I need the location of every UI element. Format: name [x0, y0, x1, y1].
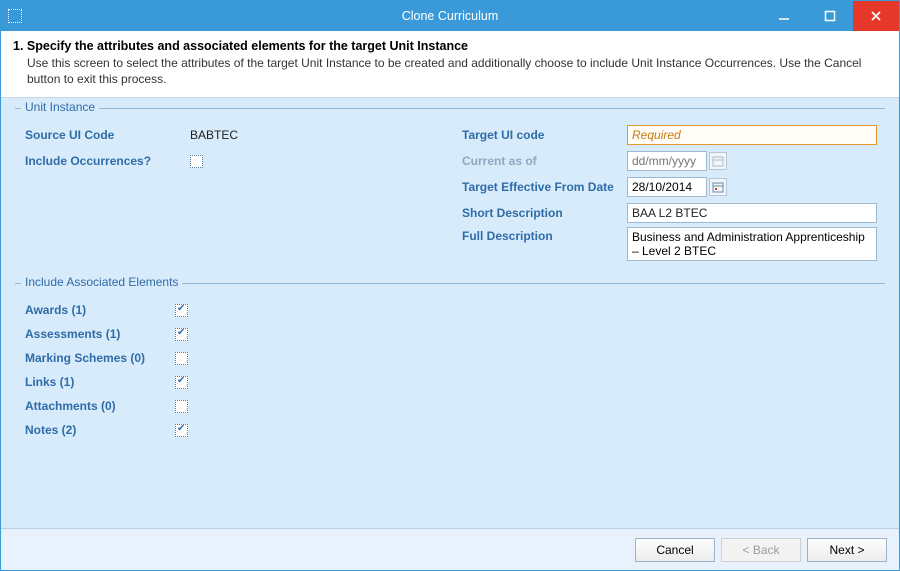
- element-checkbox[interactable]: [175, 304, 188, 317]
- element-checkbox[interactable]: [175, 352, 188, 365]
- element-label: Assessments (1): [25, 327, 175, 341]
- titlebar: Clone Curriculum: [1, 1, 899, 31]
- group-unit-instance: Unit Instance Source UI Code BABTEC Incl…: [15, 108, 885, 269]
- content-area: Unit Instance Source UI Code BABTEC Incl…: [1, 98, 899, 528]
- back-button: < Back: [721, 538, 801, 562]
- element-row-notes: Notes (2): [25, 418, 879, 442]
- current-as-of-label: Current as of: [462, 154, 627, 168]
- window-title: Clone Curriculum: [402, 9, 499, 23]
- full-desc-label: Full Description: [462, 227, 627, 243]
- wizard-footer: Cancel < Back Next >: [1, 528, 899, 570]
- source-ui-code-value: BABTEC: [190, 128, 238, 142]
- next-button[interactable]: Next >: [807, 538, 887, 562]
- close-button[interactable]: [853, 1, 899, 31]
- source-ui-code-label: Source UI Code: [25, 128, 190, 142]
- element-label: Marking Schemes (0): [25, 351, 175, 365]
- element-checkbox[interactable]: [175, 424, 188, 437]
- include-occurrences-checkbox[interactable]: [190, 155, 203, 168]
- target-ui-code-label: Target UI code: [462, 128, 627, 142]
- window-controls: [761, 1, 899, 31]
- element-checkbox[interactable]: [175, 376, 188, 389]
- element-checkbox[interactable]: [175, 400, 188, 413]
- minimize-button[interactable]: [761, 1, 807, 31]
- calendar-icon: [709, 152, 727, 170]
- target-eff-from-input[interactable]: [627, 177, 707, 197]
- dialog-window: Clone Curriculum 1. Specify the attribut…: [0, 0, 900, 571]
- element-row-assessments: Assessments (1): [25, 322, 879, 346]
- element-label: Notes (2): [25, 423, 175, 437]
- app-icon: [1, 1, 29, 31]
- short-desc-label: Short Description: [462, 206, 627, 220]
- target-eff-from-label: Target Effective From Date: [462, 180, 627, 194]
- group-legend: Include Associated Elements: [21, 275, 182, 289]
- element-label: Links (1): [25, 375, 175, 389]
- current-as-of-input[interactable]: [627, 151, 707, 171]
- element-checkbox[interactable]: [175, 328, 188, 341]
- element-label: Awards (1): [25, 303, 175, 317]
- col-source: Source UI Code BABTEC Include Occurrence…: [25, 123, 442, 263]
- element-row-marking-schemes: Marking Schemes (0): [25, 346, 879, 370]
- group-legend: Unit Instance: [21, 100, 99, 114]
- target-ui-code-input[interactable]: [627, 125, 877, 145]
- wizard-header: 1. Specify the attributes and associated…: [1, 31, 899, 98]
- cancel-button[interactable]: Cancel: [635, 538, 715, 562]
- element-label: Attachments (0): [25, 399, 175, 413]
- full-desc-input[interactable]: [627, 227, 877, 261]
- wizard-step-subtitle: Use this screen to select the attributes…: [27, 55, 887, 87]
- col-target: Target UI code Current as of: [462, 123, 879, 263]
- elements-list: Awards (1) Assessments (1) Marking Schem…: [15, 284, 885, 448]
- group-include-elements: Include Associated Elements Awards (1) A…: [15, 283, 885, 448]
- element-row-attachments: Attachments (0): [25, 394, 879, 418]
- element-row-awards: Awards (1): [25, 298, 879, 322]
- wizard-step-title: 1. Specify the attributes and associated…: [13, 39, 887, 53]
- maximize-button[interactable]: [807, 1, 853, 31]
- element-row-links: Links (1): [25, 370, 879, 394]
- include-occurrences-label: Include Occurrences?: [25, 154, 190, 168]
- short-desc-input[interactable]: [627, 203, 877, 223]
- calendar-icon[interactable]: [709, 178, 727, 196]
